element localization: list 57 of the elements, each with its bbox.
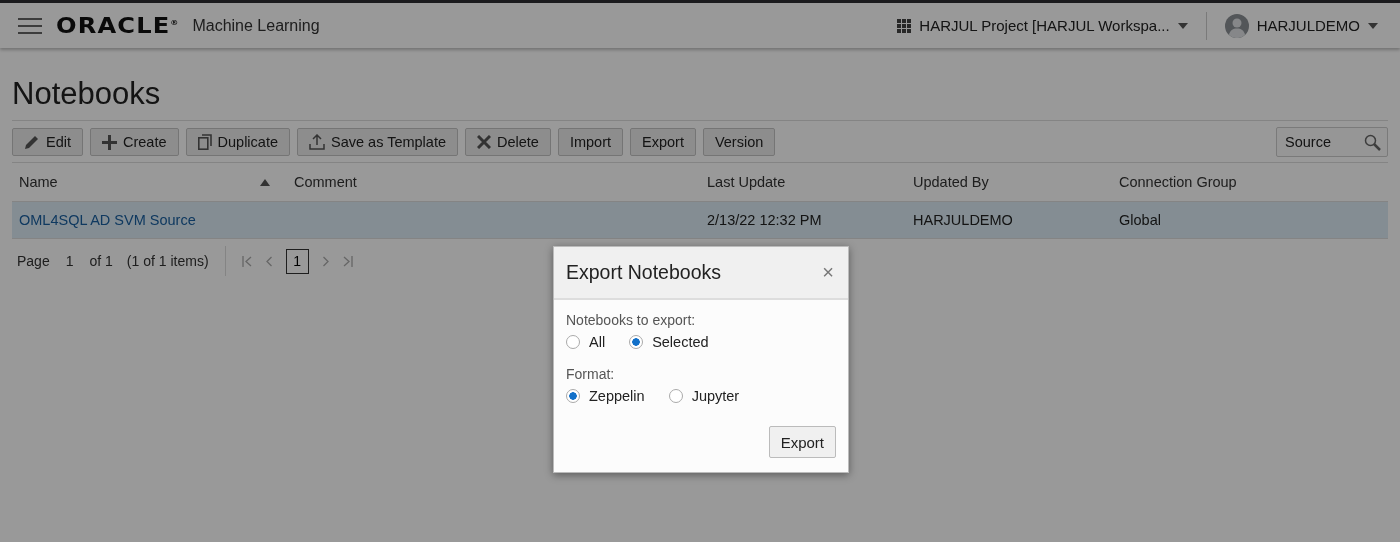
caret-icon xyxy=(1368,22,1378,29)
radio-label[interactable]: Selected xyxy=(652,334,709,350)
column-header[interactable]: Name xyxy=(12,174,287,190)
notebook-link[interactable]: OML4SQL AD SVM Source xyxy=(19,212,196,228)
page-label: Page xyxy=(17,253,50,269)
page-number: 1 xyxy=(65,253,74,269)
toolbar-button[interactable]: Save as Template xyxy=(297,128,458,156)
previous-page-icon[interactable] xyxy=(265,255,272,267)
table-row[interactable]: OML4SQL AD SVM Source 2/13/22 12:32 PM HARJULDEMO Global xyxy=(12,202,1388,239)
close-icon xyxy=(477,135,491,149)
table-cell: HARJULDEMO xyxy=(913,212,1013,228)
table-cell: Global xyxy=(1119,212,1161,228)
toolbar-button[interactable]: Version xyxy=(702,128,776,156)
project-selector[interactable]: HARJUL Project [HARJUL Workspa... xyxy=(893,17,1192,34)
page-count: of 1 xyxy=(89,253,113,269)
grid-icon xyxy=(897,18,912,33)
caret-icon xyxy=(1177,22,1188,29)
user-menu[interactable]: HARJULDEMO xyxy=(1220,13,1382,38)
radio-button[interactable] xyxy=(668,389,683,403)
pencil-icon xyxy=(24,134,40,150)
column-header[interactable]: Comment xyxy=(287,174,700,190)
column-header[interactable]: Connection Group xyxy=(1112,174,1388,190)
product-name: Machine Learning xyxy=(192,16,320,35)
toolbar-button[interactable]: Edit xyxy=(12,128,83,156)
last-page-icon[interactable] xyxy=(342,255,353,267)
page-title: Notebooks xyxy=(12,76,162,112)
field-label: Notebooks to export: xyxy=(566,312,697,328)
toolbar-button[interactable]: Duplicate xyxy=(185,128,290,156)
dialog-title: Export Notebooks xyxy=(566,261,721,284)
radio-label[interactable]: All xyxy=(589,334,606,350)
column-header[interactable]: Last Update xyxy=(700,174,906,190)
search-field[interactable]: Source xyxy=(1276,127,1388,157)
copy-icon xyxy=(197,134,212,150)
export-button[interactable]: Export xyxy=(768,426,836,458)
first-page-icon[interactable] xyxy=(241,255,252,267)
avatar-icon xyxy=(1224,13,1249,38)
close-button[interactable]: × xyxy=(820,261,836,284)
item-count: (1 of 1 items) xyxy=(126,253,209,269)
field-label: Format: xyxy=(566,366,616,382)
toolbar-button[interactable]: Export xyxy=(630,128,696,156)
radio-label[interactable]: Jupyter xyxy=(691,388,740,404)
toolbar-button[interactable]: Create xyxy=(90,128,179,156)
next-page-icon[interactable] xyxy=(322,255,329,267)
menu-icon[interactable] xyxy=(18,17,42,34)
radio-button[interactable] xyxy=(566,335,580,349)
table-cell: 2/13/22 12:32 PM xyxy=(707,212,822,228)
column-header[interactable]: Updated By xyxy=(906,174,1112,190)
radio-label[interactable]: Zeppelin xyxy=(589,388,645,404)
toolbar-button[interactable]: Import xyxy=(557,128,623,156)
page-button[interactable]: 1 xyxy=(285,248,309,274)
radio-button[interactable] xyxy=(629,335,644,349)
upload-icon xyxy=(309,134,325,150)
toolbar-button[interactable]: Delete xyxy=(465,128,551,156)
plus-icon xyxy=(102,134,117,150)
oracle-logo: ORACLE$^{®}$ xyxy=(56,13,179,38)
radio-button[interactable] xyxy=(566,389,580,403)
search-icon xyxy=(1364,133,1381,151)
